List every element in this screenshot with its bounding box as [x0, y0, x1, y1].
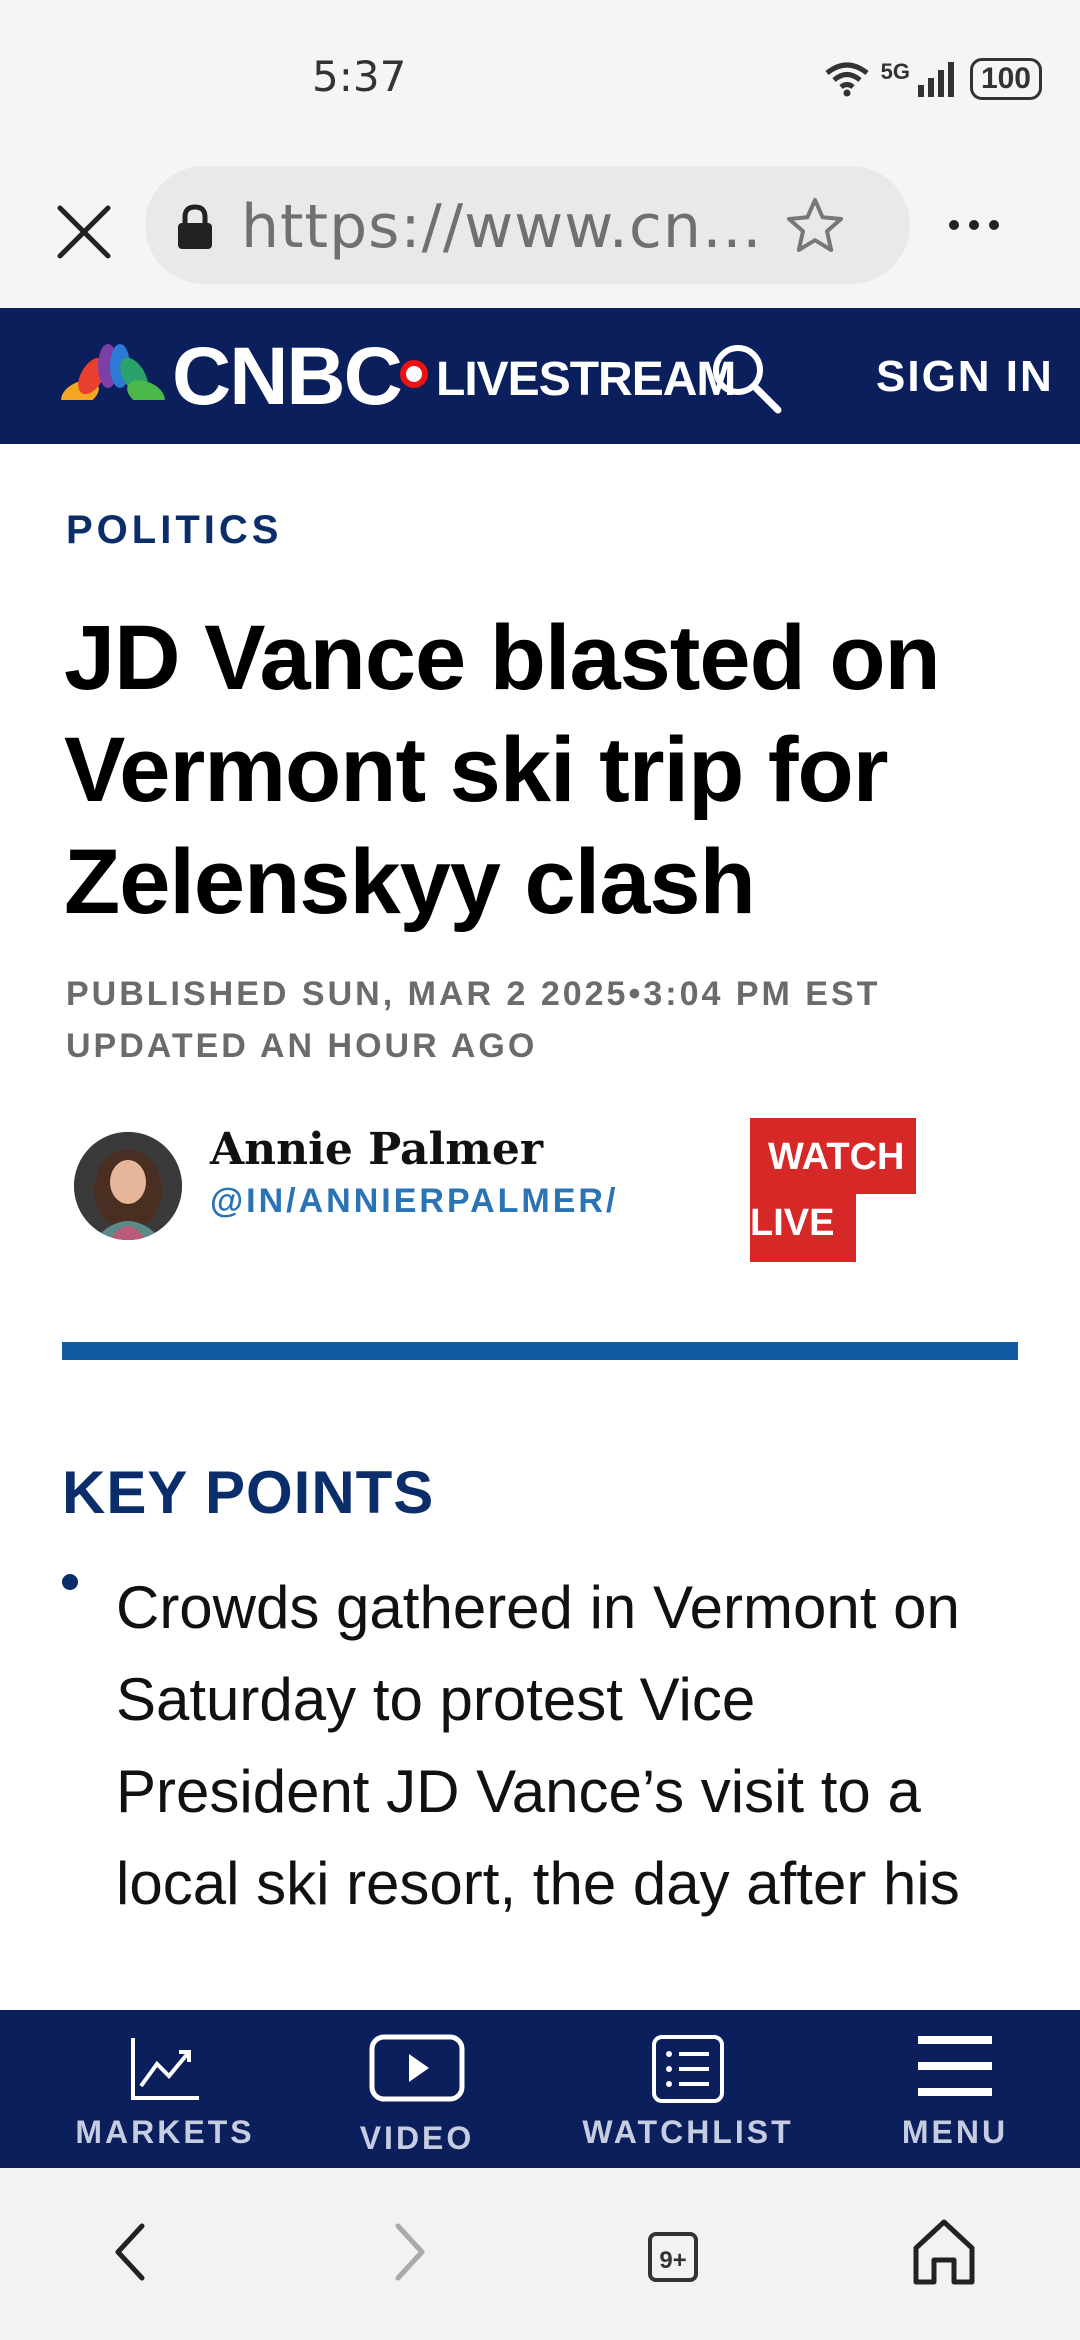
tab-markets[interactable]: MARKETS: [45, 2010, 285, 2168]
bullet-icon: [62, 1574, 78, 1590]
back-icon[interactable]: [94, 2212, 174, 2292]
author-name[interactable]: Annie Palmer: [210, 1124, 543, 1175]
chart-icon: [131, 2038, 199, 2100]
watch-live-label-2: LIVE: [750, 1202, 835, 1244]
tab-menu[interactable]: MENU: [835, 2010, 1075, 2168]
published-date: PUBLISHED SUN, MAR 2 2025•3:04 PM EST: [66, 975, 881, 1013]
bookmark-star-icon[interactable]: [785, 196, 845, 256]
wifi-icon: [825, 62, 869, 97]
key-points-title: KEY POINTS: [62, 1459, 435, 1526]
tab-video[interactable]: VIDEO: [297, 2010, 537, 2168]
article-meta: PUBLISHED SUN, MAR 2 2025•3:04 PM EST UP…: [66, 968, 880, 1072]
lock-icon: [178, 204, 212, 249]
status-time: 5:37: [312, 52, 407, 101]
watch-live-button[interactable]: WATCH LIVE: [750, 1118, 916, 1262]
author-handle[interactable]: @IN/ANNIERPALMER/: [210, 1182, 618, 1221]
watch-live-label-1: WATCH: [768, 1136, 905, 1178]
home-icon[interactable]: [904, 2212, 984, 2292]
author-photo: [74, 1132, 182, 1240]
close-icon[interactable]: [54, 202, 114, 262]
status-bar: 5:37 5G 100: [0, 0, 1080, 160]
list-icon: [652, 2035, 724, 2103]
key-point-text: Crowds gathered in Vermont on Saturday t…: [116, 1574, 960, 1917]
section-divider: [62, 1342, 1018, 1360]
battery-indicator: 100: [969, 58, 1042, 100]
forward-icon[interactable]: [366, 2212, 446, 2292]
author-avatar[interactable]: [74, 1132, 182, 1240]
status-icons: 5G 100: [823, 58, 1042, 100]
tab-video-label: VIDEO: [359, 2120, 475, 2156]
browser-bar: https://www.cn…: [0, 160, 1080, 308]
hamburger-icon: [918, 2036, 992, 2096]
section-label[interactable]: POLITICS: [66, 508, 282, 553]
cnbc-wordmark[interactable]: CNBC: [172, 330, 403, 424]
article-headline: JD Vance blasted on Vermont ski trip for…: [64, 607, 941, 933]
search-icon[interactable]: [706, 338, 786, 418]
tab-markets-label: MARKETS: [75, 2114, 255, 2150]
signal-icon: [917, 62, 954, 97]
more-options-icon[interactable]: [944, 210, 1004, 240]
updated-time: UPDATED AN HOUR AGO: [66, 1027, 538, 1065]
tabs-count-button[interactable]: 9+: [648, 2232, 698, 2282]
sign-in-button[interactable]: SIGN IN: [876, 352, 1054, 402]
play-icon: [369, 2034, 465, 2102]
site-header: CNBC LIVESTREAM SIGN IN: [0, 308, 1080, 444]
bottom-tab-bar: MARKETS VIDEO WATCHLIST MENU: [0, 2010, 1080, 2168]
tab-menu-label: MENU: [901, 2114, 1009, 2150]
browser-nav-bar: [0, 2168, 1080, 2340]
live-indicator-icon: [400, 360, 428, 388]
livestream-link[interactable]: LIVESTREAM: [436, 352, 736, 407]
cnbc-peacock-logo[interactable]: [58, 344, 168, 410]
url-text: https://www.cn…: [241, 192, 763, 262]
network-label: 5G: [880, 59, 910, 84]
tab-watchlist[interactable]: WATCHLIST: [568, 2010, 808, 2168]
tab-watchlist-label: WATCHLIST: [582, 2114, 794, 2150]
address-bar[interactable]: https://www.cn…: [145, 166, 910, 284]
